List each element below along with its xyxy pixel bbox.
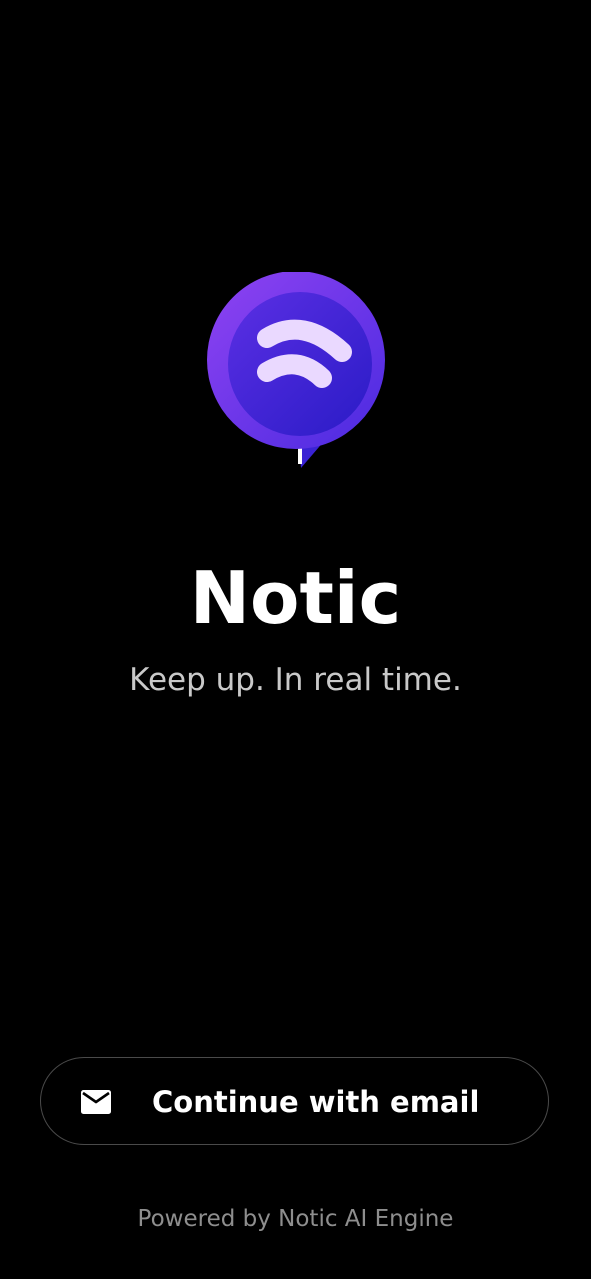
envelope-icon [81, 1090, 111, 1114]
powered-by-footer: Powered by Notic AI Engine [137, 1206, 454, 1232]
app-logo [205, 272, 387, 468]
app-title: Notic [189, 556, 402, 640]
continue-with-email-button[interactable]: Continue with email [40, 1057, 549, 1145]
chat-bubble-signal-logo-icon [207, 272, 385, 468]
app-tagline: Keep up. In real time. [129, 662, 462, 698]
continue-with-email-label: Continue with email [152, 1085, 480, 1119]
